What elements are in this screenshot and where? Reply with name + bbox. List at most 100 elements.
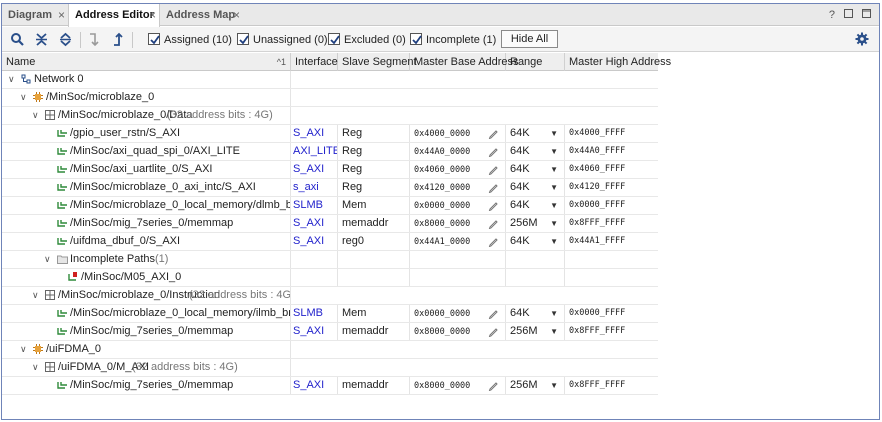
column-header-master-base[interactable]: Master Base Address	[410, 53, 519, 71]
interface-cell[interactable]: S_AXI	[291, 233, 338, 250]
checkbox-box[interactable]	[237, 33, 249, 45]
table-row[interactable]: /MinSoc/mig_7series_0/memmap S_AXI memad…	[2, 377, 658, 395]
range-cell[interactable]: 256M ▼	[506, 323, 565, 340]
assigned-checkbox[interactable]: Assigned (10)	[148, 33, 232, 47]
close-icon[interactable]: ×	[58, 4, 65, 26]
range-cell[interactable]: 64K ▼	[506, 179, 565, 196]
table-row[interactable]: /MinSoc/microblaze_0_axi_intc/S_AXI s_ax…	[2, 179, 658, 197]
pencil-icon[interactable]	[488, 182, 499, 193]
close-icon[interactable]: ×	[149, 4, 156, 26]
dropdown-arrow-icon[interactable]: ▼	[550, 215, 558, 232]
pencil-icon[interactable]	[488, 200, 499, 211]
restore-icon[interactable]	[842, 4, 856, 26]
gear-icon[interactable]	[855, 32, 869, 46]
master-base-cell[interactable]: 0x4000_0000	[410, 125, 506, 142]
unassigned-checkbox[interactable]: Unassigned (0)	[237, 33, 328, 47]
pencil-icon[interactable]	[488, 326, 499, 337]
master-base-cell[interactable]: 0x0000_0000	[410, 305, 506, 322]
base-address-value[interactable]: 0x8000_0000	[414, 381, 470, 391]
range-cell[interactable]: 64K ▼	[506, 161, 565, 178]
dropdown-arrow-icon[interactable]: ▼	[550, 197, 558, 214]
master-base-cell[interactable]: 0x4120_0000	[410, 179, 506, 196]
chevron-down-icon[interactable]: ∨	[32, 359, 39, 376]
table-row[interactable]: /MinSoc/mig_7series_0/memmap S_AXI memad…	[2, 323, 658, 341]
master-base-cell[interactable]: 0x8000_0000	[410, 215, 506, 232]
dropdown-arrow-icon[interactable]: ▼	[550, 143, 558, 160]
table-row[interactable]: ∨ /uiFDMA_0/M_AXI (32 address bits : 4G)	[2, 359, 658, 377]
range-cell[interactable]: 256M ▼	[506, 377, 565, 394]
dropdown-arrow-icon[interactable]: ▼	[550, 179, 558, 196]
tab-address-map[interactable]: Address Map ×	[160, 4, 246, 26]
maximize-icon[interactable]	[859, 4, 873, 26]
column-header-range[interactable]: Range	[506, 53, 565, 71]
table-row[interactable]: ∨ Network 0	[2, 71, 658, 89]
checkbox-box[interactable]	[328, 33, 340, 45]
interface-cell[interactable]: S_AXI	[291, 377, 338, 394]
interface-cell[interactable]: SLMB	[291, 305, 338, 322]
column-header-interface[interactable]: Interface	[291, 53, 338, 71]
chevron-down-icon[interactable]: ∨	[20, 89, 27, 106]
master-base-cell[interactable]: 0x8000_0000	[410, 377, 506, 394]
pencil-icon[interactable]	[488, 236, 499, 247]
dropdown-arrow-icon[interactable]: ▼	[550, 161, 558, 178]
range-cell[interactable]: 256M ▼	[506, 215, 565, 232]
base-address-value[interactable]: 0x4120_0000	[414, 183, 470, 193]
checkbox-box[interactable]	[148, 33, 160, 45]
table-row[interactable]: /MinSoc/mig_7series_0/memmap S_AXI memad…	[2, 215, 658, 233]
dropdown-arrow-icon[interactable]: ▼	[550, 377, 558, 394]
hide-all-button[interactable]: Hide All	[501, 30, 558, 48]
table-row[interactable]: ∨ /MinSoc/microblaze_0	[2, 89, 658, 107]
interface-cell[interactable]: S_AXI	[291, 215, 338, 232]
table-row[interactable]: /MinSoc/M05_AXI_0	[2, 269, 658, 287]
chevron-down-icon[interactable]: ∨	[32, 107, 39, 124]
table-row[interactable]: /MinSoc/axi_quad_spi_0/AXI_LITE AXI_LITE…	[2, 143, 658, 161]
table-row[interactable]: ∨ /MinSoc/microblaze_0/Instruction (32 a…	[2, 287, 658, 305]
table-row[interactable]: ∨ Incomplete Paths (1)	[2, 251, 658, 269]
dropdown-arrow-icon[interactable]: ▼	[550, 305, 558, 322]
interface-cell[interactable]: SLMB	[291, 197, 338, 214]
pencil-icon[interactable]	[488, 146, 499, 157]
master-base-cell[interactable]: 0x0000_0000	[410, 197, 506, 214]
expand-all-icon[interactable]	[58, 32, 73, 47]
chevron-down-icon[interactable]: ∨	[44, 251, 51, 268]
pencil-icon[interactable]	[488, 164, 499, 175]
master-base-cell[interactable]: 0x8000_0000	[410, 323, 506, 340]
interface-cell[interactable]: S_AXI	[291, 125, 338, 142]
pencil-icon[interactable]	[488, 380, 499, 391]
chevron-down-icon[interactable]: ∨	[20, 341, 27, 358]
base-address-value[interactable]: 0x4000_0000	[414, 129, 470, 139]
range-cell[interactable]: 64K ▼	[506, 233, 565, 250]
dropdown-arrow-icon[interactable]: ▼	[550, 323, 558, 340]
table-row[interactable]: ∨ /MinSoc/microblaze_0/Data (32 address …	[2, 107, 658, 125]
master-base-cell[interactable]: 0x4060_0000	[410, 161, 506, 178]
tab-address-editor[interactable]: Address Editor ×	[68, 4, 160, 27]
base-address-value[interactable]: 0x0000_0000	[414, 201, 470, 211]
step-out-icon[interactable]	[110, 32, 125, 47]
range-cell[interactable]: 64K ▼	[506, 305, 565, 322]
base-address-value[interactable]: 0x8000_0000	[414, 219, 470, 229]
interface-cell[interactable]: S_AXI	[291, 161, 338, 178]
chevron-down-icon[interactable]: ∨	[32, 287, 39, 304]
incomplete-checkbox[interactable]: Incomplete (1)	[410, 33, 496, 47]
table-row[interactable]: /gpio_user_rstn/S_AXI S_AXI Reg 0x4000_0…	[2, 125, 658, 143]
base-address-value[interactable]: 0x0000_0000	[414, 309, 470, 319]
collapse-all-icon[interactable]	[34, 32, 49, 47]
range-cell[interactable]: 64K ▼	[506, 125, 565, 142]
base-address-value[interactable]: 0x8000_0000	[414, 327, 470, 337]
table-row[interactable]: /MinSoc/axi_uartlite_0/S_AXI S_AXI Reg 0…	[2, 161, 658, 179]
base-address-value[interactable]: 0x44A1_0000	[414, 237, 470, 247]
column-header-name[interactable]: Name ^1	[2, 53, 291, 71]
table-row[interactable]: /uifdma_dbuf_0/S_AXI S_AXI reg0 0x44A1_0…	[2, 233, 658, 251]
interface-cell[interactable]: s_axi	[291, 179, 338, 196]
tab-diagram[interactable]: Diagram ×	[2, 4, 68, 26]
base-address-value[interactable]: 0x44A0_0000	[414, 147, 470, 157]
chevron-down-icon[interactable]: ∨	[8, 71, 15, 88]
step-in-icon[interactable]	[86, 32, 101, 47]
range-cell[interactable]: 64K ▼	[506, 143, 565, 160]
column-header-master-high[interactable]: Master High Address	[565, 53, 671, 71]
base-address-value[interactable]: 0x4060_0000	[414, 165, 470, 175]
dropdown-arrow-icon[interactable]: ▼	[550, 125, 558, 142]
pencil-icon[interactable]	[488, 128, 499, 139]
dropdown-arrow-icon[interactable]: ▼	[550, 233, 558, 250]
search-icon[interactable]	[10, 32, 25, 47]
